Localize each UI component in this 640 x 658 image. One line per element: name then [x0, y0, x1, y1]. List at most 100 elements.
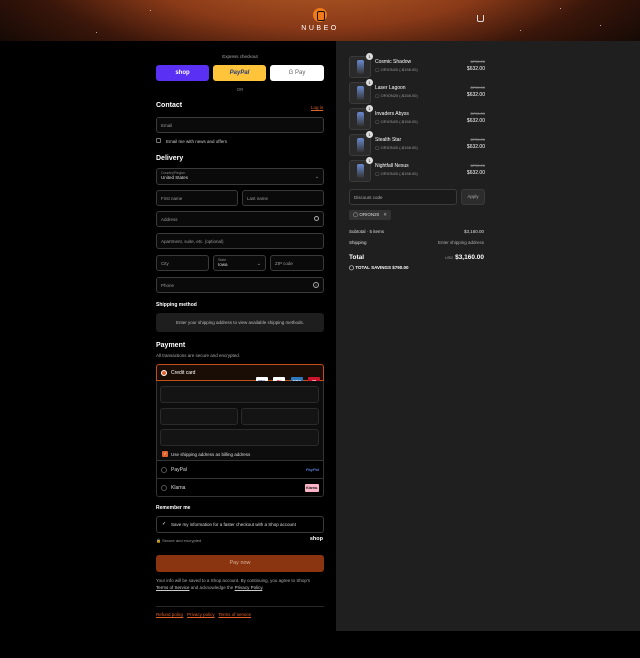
- item-original-price: $790.00: [470, 137, 485, 142]
- first-name-field[interactable]: First name: [156, 190, 238, 206]
- savings-label: TOTAL SAVINGS: [355, 265, 391, 270]
- card-number-field[interactable]: [160, 386, 319, 403]
- state-value: Iowa: [218, 262, 228, 267]
- item-original-price: $790.00: [470, 111, 485, 116]
- cart-item: 1 Laser Lagoon ◯ ORION20 (-$158.00) $790…: [349, 79, 485, 104]
- footer-links: Refund policy Privacy policy Terms of se…: [156, 612, 251, 617]
- brand-name: NUBEO: [301, 25, 339, 32]
- terms-mid: and acknowledge the: [189, 585, 235, 590]
- tag-icon: ◯: [353, 212, 359, 217]
- terms-line: Your info will be saved to a Shop accoun…: [156, 578, 311, 583]
- site-header: NUBEO: [0, 0, 640, 41]
- phone-field[interactable]: Phone ?: [156, 277, 324, 293]
- paypal-radio[interactable]: [161, 467, 167, 473]
- paypal-option[interactable]: PayPal PayPal: [156, 461, 324, 479]
- currency-code: USD: [444, 255, 454, 260]
- newsletter-checkbox[interactable]: [156, 138, 161, 143]
- card-name-field[interactable]: [160, 429, 319, 446]
- shipping-value: Enter shipping address: [437, 240, 484, 245]
- paypal-button[interactable]: PayPal: [213, 65, 266, 81]
- total-label: Total: [349, 254, 365, 261]
- credit-card-label: Credit card: [171, 370, 196, 376]
- discount-tag-code: ORION20: [359, 212, 380, 217]
- express-checkout-title: Express checkout: [222, 54, 258, 59]
- quantity-badge: 1: [366, 79, 373, 86]
- cart-item: 1 Stealth Star ◯ ORION20 (-$158.00) $790…: [349, 131, 485, 156]
- brand-logo[interactable]: NUBEO: [296, 8, 344, 32]
- save-info-option[interactable]: ✓ Save my information for a faster check…: [156, 516, 324, 533]
- item-original-price: $790.00: [470, 85, 485, 90]
- login-link[interactable]: Log in: [311, 105, 323, 110]
- address-placeholder: Address: [161, 217, 178, 222]
- item-original-price: $790.00: [470, 59, 485, 64]
- remove-discount-icon[interactable]: ✕: [383, 210, 387, 220]
- klarna-logo: Klarna.: [305, 484, 319, 492]
- total-amount: USD $3,160.00: [445, 254, 484, 261]
- shipping-method-note: Enter your shipping address to view avai…: [156, 313, 324, 332]
- subtotal-label: Subtotal · 5 items: [349, 229, 385, 234]
- klarna-option[interactable]: Klarna Klarna.: [156, 479, 324, 497]
- shop-pay-button[interactable]: shop: [156, 65, 209, 81]
- item-name: Nightfall Nexus: [375, 163, 409, 169]
- or-divider: OR: [236, 87, 244, 92]
- terms-of-service-link[interactable]: Terms of Service: [156, 585, 190, 590]
- address-field[interactable]: Address: [156, 211, 324, 227]
- apply-button[interactable]: Apply: [461, 189, 485, 205]
- lock-icon: 🔒: [156, 538, 161, 543]
- pay-now-button[interactable]: Pay now: [156, 555, 324, 572]
- cart-item: 1 Invaders Abyss ◯ ORION20 (-$158.00) $7…: [349, 105, 485, 130]
- country-select[interactable]: Country/Region United States ⌄: [156, 168, 324, 185]
- shipping-method-heading: Shipping method: [156, 302, 197, 308]
- payment-subtitle: All transactions are secure and encrypte…: [156, 353, 241, 358]
- billing-same-checkbox[interactable]: ✓: [162, 451, 168, 457]
- city-field[interactable]: City: [156, 255, 209, 271]
- item-price: $632.00: [466, 92, 485, 98]
- chevron-down-icon: ⌄: [256, 261, 261, 267]
- item-price: $632.00: [466, 118, 485, 124]
- item-name: Stealth Star: [375, 137, 402, 143]
- credit-card-option[interactable]: Credit card VISA MC AMEX UP: [156, 364, 324, 385]
- credit-card-radio[interactable]: [161, 370, 167, 376]
- item-price: $632.00: [466, 170, 485, 176]
- quantity-badge: 1: [366, 53, 373, 60]
- delivery-heading: Delivery: [156, 155, 184, 162]
- secure-encrypted: 🔒 Secure and encrypted: [156, 538, 201, 543]
- terms-end: .: [262, 585, 264, 590]
- zip-field[interactable]: ZIP code: [270, 255, 324, 271]
- discount-code-field[interactable]: Discount code: [349, 189, 457, 205]
- card-expiry-field[interactable]: [160, 408, 238, 425]
- klarna-label: Klarna: [171, 485, 186, 491]
- total-savings: ◯ TOTAL SAVINGS $790.00: [349, 265, 409, 271]
- terms-text: Your info will be saved to a Shop accoun…: [156, 577, 324, 591]
- item-price: $632.00: [466, 144, 485, 150]
- item-discount: ◯ ORION20 (-$158.00): [375, 145, 418, 150]
- item-discount: ◯ ORION20 (-$158.00): [375, 171, 418, 176]
- terms-of-service-footer-link[interactable]: Terms of service: [218, 612, 251, 617]
- contact-heading: Contact: [156, 102, 183, 109]
- privacy-policy-link[interactable]: Privacy Policy: [235, 585, 263, 590]
- help-icon[interactable]: ?: [313, 282, 319, 288]
- state-select[interactable]: State Iowa ⌄: [213, 255, 266, 271]
- card-cvv-field[interactable]: [241, 408, 319, 425]
- privacy-policy-footer-link[interactable]: Privacy policy: [187, 612, 215, 617]
- last-name-field[interactable]: Last name: [242, 190, 324, 206]
- klarna-radio[interactable]: [161, 485, 167, 491]
- item-name: Cosmic Shadow: [375, 59, 412, 65]
- shop-logo: shop: [309, 536, 323, 542]
- footer-divider: [156, 606, 324, 607]
- chevron-down-icon: ⌄: [314, 174, 319, 180]
- payment-heading: Payment: [156, 342, 186, 349]
- email-field[interactable]: Email: [156, 117, 324, 133]
- paypal-label: PayPal: [171, 467, 187, 473]
- refund-policy-link[interactable]: Refund policy: [156, 612, 183, 617]
- item-original-price: $790.00: [470, 163, 485, 168]
- apartment-field[interactable]: Apartment, suite, etc. (optional): [156, 233, 324, 249]
- cart-icon[interactable]: [477, 15, 484, 22]
- cart-item: 1 Cosmic Shadow ◯ ORION20 (-$158.00) $79…: [349, 53, 485, 78]
- item-price: $632.00: [466, 66, 485, 72]
- google-pay-button[interactable]: G Pay: [270, 65, 324, 81]
- quantity-badge: 1: [366, 105, 373, 112]
- logo-icon: [313, 8, 327, 22]
- billing-same-label: Use shipping address as billing address: [171, 452, 251, 457]
- quantity-badge: 1: [366, 157, 373, 164]
